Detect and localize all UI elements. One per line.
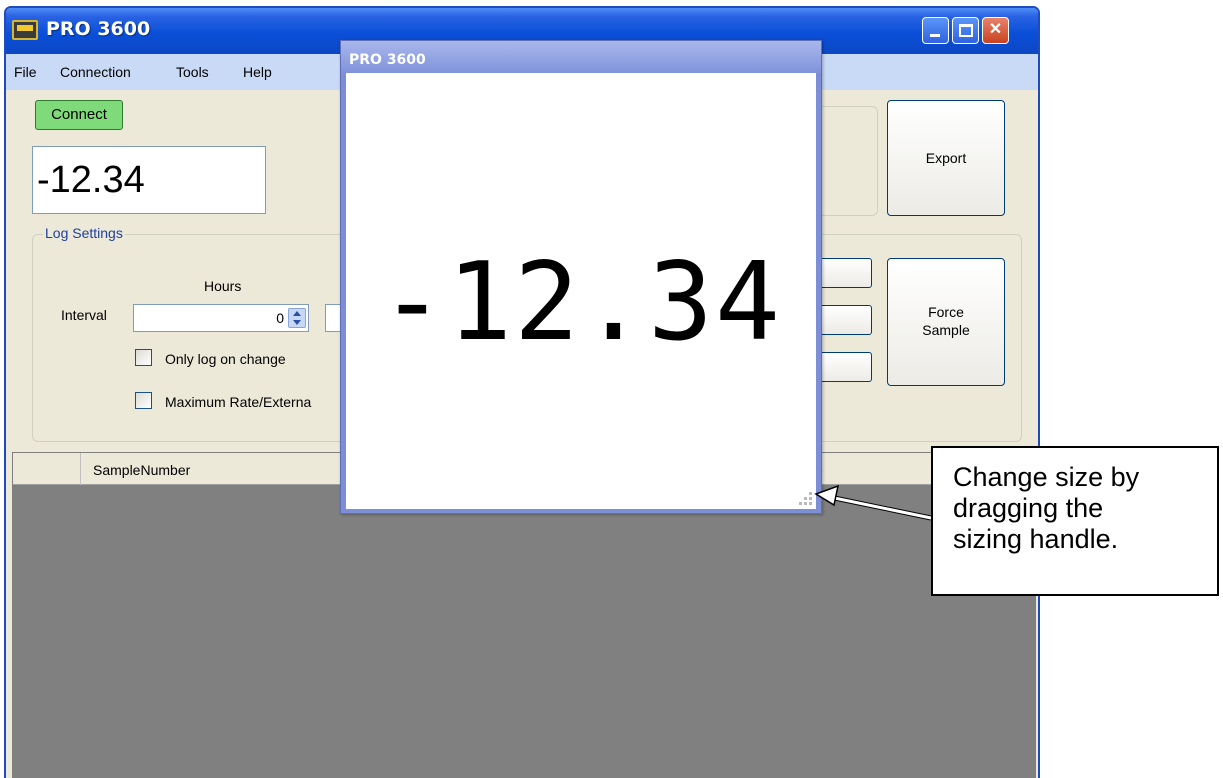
- floating-title-bar[interactable]: PRO 3600: [341, 41, 821, 73]
- column-sample-number[interactable]: SampleNumber: [93, 462, 190, 478]
- interval-hours-value: 0: [276, 310, 284, 326]
- close-button[interactable]: ✕: [982, 17, 1009, 44]
- close-icon: ✕: [988, 21, 1003, 38]
- menu-connection[interactable]: Connection: [60, 64, 131, 80]
- reading-display: -12.34: [32, 146, 266, 214]
- force-sample-button[interactable]: Force Sample: [887, 258, 1005, 386]
- maximize-button[interactable]: [952, 17, 979, 44]
- window-title: PRO 3600: [46, 18, 151, 40]
- force-sample-line1: Force: [928, 304, 964, 320]
- interval-hours-input[interactable]: 0: [133, 304, 309, 332]
- log-settings-legend: Log Settings: [43, 225, 125, 241]
- floating-reading-area: -12.34: [346, 73, 816, 509]
- force-sample-line2: Sample: [922, 322, 970, 338]
- sizing-handle-icon[interactable]: [798, 491, 812, 505]
- menu-tools[interactable]: Tools: [176, 64, 209, 80]
- floating-reading-window[interactable]: PRO 3600 -12.34: [340, 40, 822, 514]
- large-reading: -12.34: [379, 240, 783, 365]
- max-rate-label: Maximum Rate/Externa: [165, 394, 312, 410]
- grid-row-header: [13, 453, 81, 485]
- interval-label: Interval: [61, 307, 107, 323]
- maximize-icon: [959, 24, 973, 37]
- connect-button[interactable]: Connect: [35, 100, 123, 130]
- app-icon: [12, 20, 38, 40]
- only-log-on-change-label: Only log on change: [165, 351, 286, 367]
- hours-spinner[interactable]: [288, 308, 306, 328]
- callout-line-2: dragging the: [953, 493, 1104, 523]
- menu-file[interactable]: File: [14, 64, 37, 80]
- callout-line-1: Change size by: [953, 462, 1140, 492]
- minimize-button[interactable]: [922, 17, 949, 44]
- export-button[interactable]: Export: [887, 100, 1005, 216]
- minimize-icon: [930, 34, 940, 37]
- callout-box: Change size by dragging the sizing handl…: [931, 446, 1219, 596]
- only-log-on-change-checkbox[interactable]: [135, 349, 152, 366]
- floating-window-title: PRO 3600: [349, 52, 426, 68]
- menu-help[interactable]: Help: [243, 64, 272, 80]
- hours-label: Hours: [204, 278, 242, 294]
- callout-line-3: sizing handle.: [953, 524, 1119, 554]
- max-rate-checkbox[interactable]: [135, 392, 152, 409]
